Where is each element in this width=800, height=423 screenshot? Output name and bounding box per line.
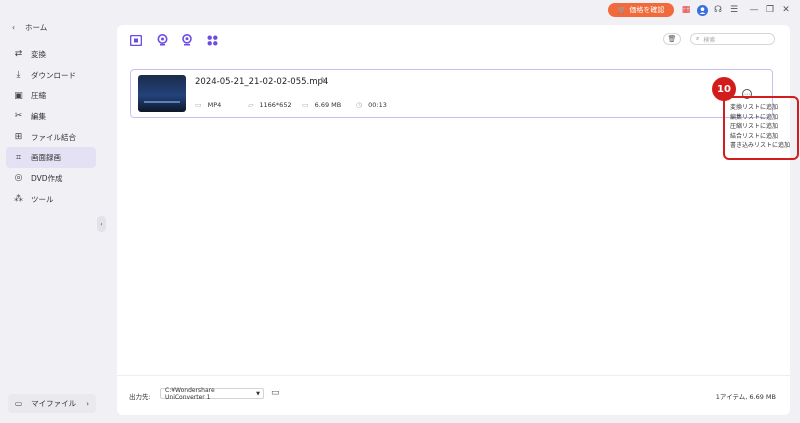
output-label: 出力先: xyxy=(129,393,151,401)
title-bar: 🛒 価格を確認 ▦ ☊ ☰ — ❐ ✕ xyxy=(0,0,800,22)
user-icon[interactable] xyxy=(696,4,708,16)
file-name: 2024-05-21_21-02-02-055.mp4 xyxy=(195,77,329,87)
record-screen-tool-icon[interactable] xyxy=(130,34,142,46)
chevron-right-icon: › xyxy=(86,399,89,408)
home-label: ホーム xyxy=(25,23,48,32)
file-card[interactable]: 2024-05-21_21-02-02-055.mp4 ✎ ▭ MP4 ▱ 11… xyxy=(130,69,773,118)
video-thumbnail xyxy=(138,75,186,112)
sidebar-item-label: 画面録画 xyxy=(31,153,61,163)
check-price-label: 価格を確認 xyxy=(629,6,665,14)
duration-value: 00:13 xyxy=(368,101,387,109)
search-input[interactable]: ⌕ 検索 xyxy=(690,33,775,45)
trash-icon: 🗑 xyxy=(667,35,677,43)
resolution-value: 1166*652 xyxy=(259,101,292,109)
sidebar-item-label: 編集 xyxy=(31,111,46,121)
cart-icon: 🛒 xyxy=(617,6,627,14)
sidebar-item-label: 変換 xyxy=(31,49,46,59)
webcam-tool-icon[interactable] xyxy=(156,34,168,46)
sidebar-item-convert[interactable]: ⇄ 変換 xyxy=(6,44,96,65)
tools-icon: ⁂ xyxy=(14,194,23,205)
menu-item-compress-list[interactable]: 圧縮リストに追加 xyxy=(730,122,797,132)
menu-item-merge-list[interactable]: 結合リストに追加 xyxy=(730,132,797,142)
menu-item-edit-list[interactable]: 編集リストに追加 xyxy=(730,113,797,123)
screen-record-icon: ⌗ xyxy=(15,152,22,163)
check-price-button[interactable]: 🛒 価格を確認 xyxy=(608,3,674,17)
sidebar-item-tools[interactable]: ⁂ ツール xyxy=(6,189,96,210)
delete-button[interactable]: 🗑 xyxy=(663,33,681,45)
minimize-icon[interactable]: — xyxy=(748,4,760,16)
open-folder-icon[interactable]: ▭ xyxy=(271,388,280,398)
video-format-icon: ▭ xyxy=(195,101,202,109)
home-back-button[interactable]: ‹ ホーム xyxy=(12,22,47,33)
sidebar-item-compress[interactable]: ▣ 圧縮 xyxy=(6,85,96,106)
apps-grid-icon[interactable] xyxy=(206,34,218,46)
file-summary: 1アイテム, 6.69 MB xyxy=(715,393,776,401)
add-to-list-menu: 変換リストに追加 編集リストに追加 圧縮リストに追加 結合リストに追加 書き込み… xyxy=(723,96,799,160)
output-path-value: C:¥Wondershare UniConverter 1 xyxy=(165,386,215,401)
sidebar-item-label: ツール xyxy=(31,194,54,204)
footer-bar: 出力先: C:¥Wondershare UniConverter 1 ▼ ▭ 1… xyxy=(117,375,790,415)
headset-icon[interactable]: ☊ xyxy=(712,4,724,16)
gift-icon[interactable]: ▦ xyxy=(680,4,692,16)
sidebar-item-dvd[interactable]: ◎ DVD作成 xyxy=(6,168,96,189)
merge-icon: ⊞ xyxy=(14,132,23,143)
search-placeholder: 検索 xyxy=(703,36,716,44)
format-value: MP4 xyxy=(207,101,222,109)
sidebar-collapse-button[interactable]: ‹ xyxy=(97,216,106,232)
my-files-button[interactable]: ▭ マイファイル › xyxy=(8,394,96,413)
folder-icon: ▭ xyxy=(15,399,23,408)
sidebar-item-label: 圧縮 xyxy=(31,91,46,101)
dvd-icon: ◎ xyxy=(14,173,23,184)
resolution-icon: ▱ xyxy=(248,101,254,109)
clock-icon: ◷ xyxy=(356,101,363,109)
menu-item-burn-list[interactable]: 書き込みリストに追加 xyxy=(730,141,797,151)
my-files-label: マイファイル xyxy=(31,399,77,408)
download-icon: ⤓ xyxy=(16,70,21,81)
restore-icon[interactable]: ❐ xyxy=(764,4,776,16)
sidebar-item-merge[interactable]: ⊞ ファイル結合 xyxy=(6,127,96,148)
main-panel: 🗑 ⌕ 検索 2024-05-21_21-02-02-055.mp4 ✎ ▭ M… xyxy=(117,25,790,415)
meta-size: ▭ 6.69 MB xyxy=(302,101,341,109)
menu-item-convert-list[interactable]: 変換リストに追加 xyxy=(730,103,797,113)
rename-icon[interactable]: ✎ xyxy=(320,76,327,85)
meta-format: ▭ MP4 xyxy=(195,101,221,109)
sidebar-item-label: ダウンロード xyxy=(31,70,76,80)
audio-record-tool-icon[interactable] xyxy=(181,34,193,46)
meta-duration: ◷ 00:13 xyxy=(356,101,387,109)
convert-icon: ⇄ xyxy=(14,49,23,60)
output-path-select[interactable]: C:¥Wondershare UniConverter 1 ▼ xyxy=(160,386,264,401)
meta-resolution: ▱ 1166*652 xyxy=(248,101,292,109)
chevron-left-icon: ‹ xyxy=(12,23,15,32)
sidebar-item-label: ファイル結合 xyxy=(31,132,76,142)
sidebar-item-label: DVD作成 xyxy=(31,173,63,183)
dropdown-arrow-icon: ▼ xyxy=(256,390,260,397)
sidebar-item-download[interactable]: ⤓ ダウンロード xyxy=(6,65,96,86)
sidebar-nav: ⇄ 変換 ⤓ ダウンロード ▣ 圧縮 ✂ 編集 ⊞ ファイル結合 ⌗ 画面録画 … xyxy=(6,44,96,210)
compress-icon: ▣ xyxy=(14,90,23,101)
sidebar-item-screen-record[interactable]: ⌗ 画面録画 xyxy=(6,147,96,169)
sidebar: ‹ ホーム ⇄ 変換 ⤓ ダウンロード ▣ 圧縮 ✂ 編集 ⊞ ファイル結合 ⌗… xyxy=(0,0,103,423)
scissors-icon: ✂ xyxy=(14,111,23,122)
folder-size-icon: ▭ xyxy=(302,101,309,109)
sidebar-item-edit[interactable]: ✂ 編集 xyxy=(6,106,96,127)
menu-icon[interactable]: ☰ xyxy=(728,4,740,16)
search-icon: ⌕ xyxy=(696,35,700,42)
size-value: 6.69 MB xyxy=(314,101,342,109)
close-icon[interactable]: ✕ xyxy=(780,4,792,16)
